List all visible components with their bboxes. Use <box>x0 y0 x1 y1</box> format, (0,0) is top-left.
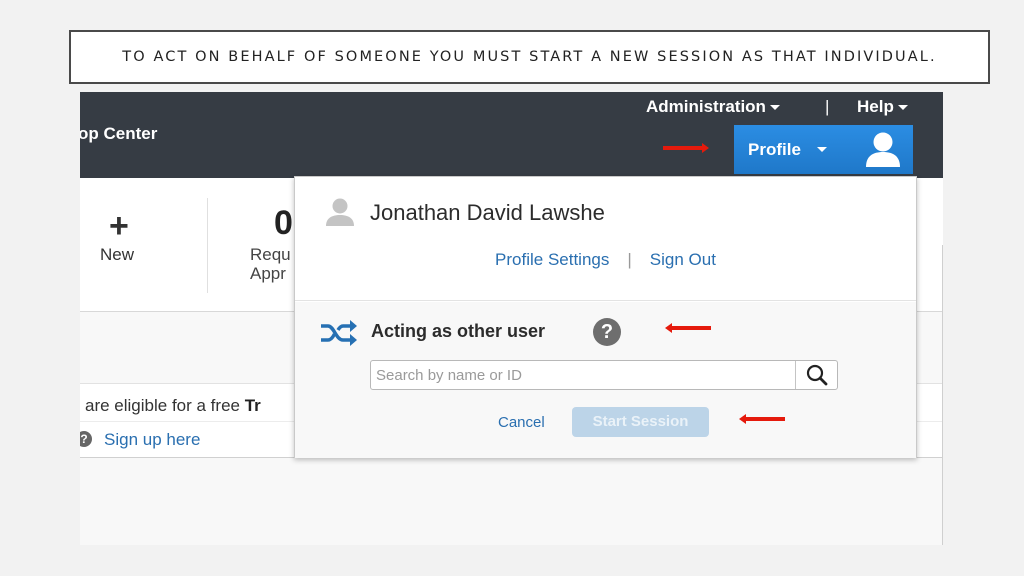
search-icon <box>806 364 827 386</box>
requests-label-line1: Requ <box>250 245 291 264</box>
help-label: Help <box>857 97 894 116</box>
administration-menu[interactable]: Administration <box>646 97 780 117</box>
user-name: Jonathan David Lawshe <box>370 200 605 225</box>
profile-links: Profile Settings | Sign Out <box>295 250 916 270</box>
requests-label: Requ Appr <box>250 245 291 283</box>
user-search-input[interactable] <box>371 361 795 389</box>
cancel-button[interactable]: Cancel <box>498 414 545 431</box>
app-title: op Center <box>80 124 158 143</box>
profile-settings-link[interactable]: Profile Settings <box>495 250 609 270</box>
profile-label: Profile <box>748 139 801 159</box>
caret-down-icon <box>816 147 827 152</box>
sign-up-link[interactable]: Sign up here <box>104 430 200 450</box>
annotation-arrow-acting-as <box>665 323 711 333</box>
acting-as-title: Acting as other user <box>371 321 546 341</box>
profile-dropdown: Jonathan David Lawshe Profile Settings |… <box>294 176 917 458</box>
promo-text: are eligible for a free Tr <box>85 396 261 416</box>
user-icon <box>326 198 354 226</box>
plus-icon: + <box>109 207 129 245</box>
user-search-field <box>370 360 838 390</box>
screenshot-border <box>942 245 943 545</box>
caret-down-icon <box>769 104 780 110</box>
user-avatar-icon <box>866 132 900 167</box>
caret-down-icon <box>897 104 908 110</box>
help-menu[interactable]: Help <box>857 97 908 117</box>
tile-divider <box>207 198 208 293</box>
administration-label: Administration <box>646 97 766 116</box>
profile-dropdown-header: Jonathan David Lawshe Profile Settings |… <box>295 177 916 301</box>
question-mark-icon[interactable]: ? <box>593 318 621 346</box>
promo-text-bold: Tr <box>244 396 261 415</box>
new-label: New <box>100 245 135 264</box>
nav-separator: | <box>825 97 830 116</box>
new-tile[interactable]: + New <box>80 178 207 312</box>
requests-count: 0 <box>274 204 293 242</box>
start-session-button[interactable]: Start Session <box>572 407 709 437</box>
sign-out-link[interactable]: Sign Out <box>650 250 716 270</box>
profile-button[interactable]: Profile <box>734 125 913 174</box>
links-separator: | <box>627 250 632 269</box>
search-button[interactable] <box>795 361 837 389</box>
slide-caption: TO ACT ON BEHALF OF SOMEONE YOU MUST STA… <box>122 49 937 65</box>
promo-text-prefix: are eligible for a free <box>85 396 245 415</box>
requests-label-line2: Appr <box>250 264 286 283</box>
shuffle-icon <box>321 320 357 346</box>
help-circle-icon: ? <box>80 431 92 447</box>
top-navigation-bar: op Center Administration | Help Profile <box>80 92 943 178</box>
annotation-arrow-start-session <box>739 414 785 424</box>
acting-as-actions: Cancel Start Session <box>295 407 916 437</box>
annotation-arrow-profile <box>663 143 709 153</box>
acting-as-section: Acting as other user ? Cancel Start Sess… <box>295 302 916 458</box>
slide-caption-box: TO ACT ON BEHALF OF SOMEONE YOU MUST STA… <box>69 30 990 84</box>
